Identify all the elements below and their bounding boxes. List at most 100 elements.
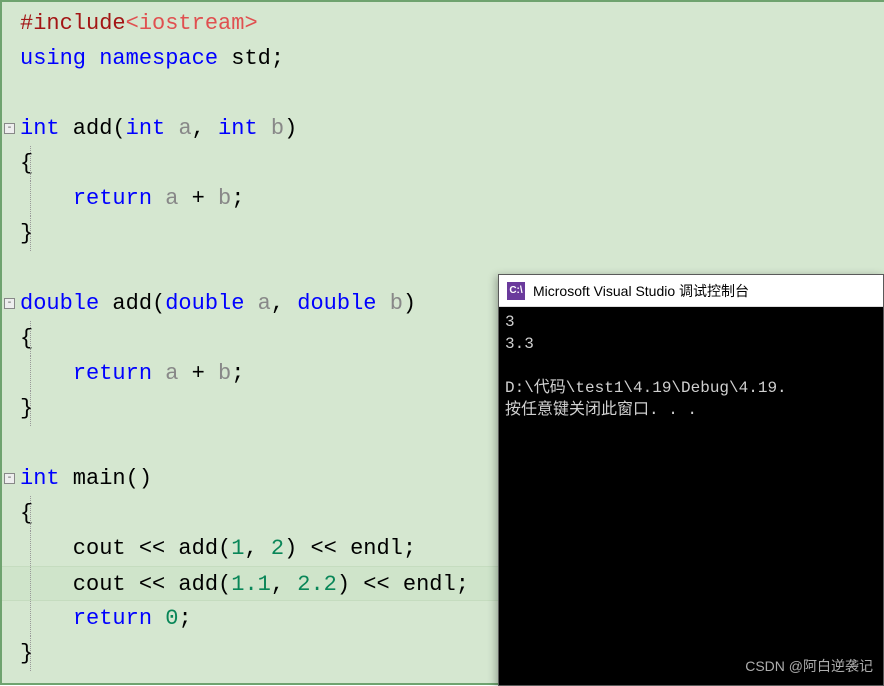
console-app-icon: C:\ xyxy=(507,282,525,300)
indent-guide xyxy=(30,181,31,216)
code-token: ) xyxy=(403,291,416,316)
code-token: + xyxy=(178,361,218,386)
code-token: } xyxy=(20,221,33,246)
code-token: a xyxy=(165,361,178,386)
code-token: std xyxy=(218,46,271,71)
output-line: 3.3 xyxy=(505,335,534,353)
code-token xyxy=(20,186,73,211)
indent-guide xyxy=(30,391,31,426)
code-token: endl xyxy=(390,572,456,597)
code-token: a xyxy=(178,116,191,141)
code-line[interactable]: int add(int a, int b) xyxy=(2,111,884,146)
code-token: add xyxy=(99,291,152,316)
watermark: CSDN @阿白逆袭记 xyxy=(745,655,873,677)
code-token: ( xyxy=(218,572,231,597)
code-line[interactable] xyxy=(2,76,884,111)
console-title: Microsoft Visual Studio 调试控制台 xyxy=(533,281,749,301)
code-token: return xyxy=(73,361,152,386)
code-token: () xyxy=(126,466,152,491)
code-token: int xyxy=(20,116,60,141)
code-token: using xyxy=(20,46,86,71)
code-token xyxy=(20,361,73,386)
code-token: b xyxy=(218,186,231,211)
code-line[interactable]: return a + b; xyxy=(2,181,884,216)
code-token xyxy=(376,291,389,316)
code-token: ; xyxy=(403,536,416,561)
code-token: int xyxy=(20,466,60,491)
code-line[interactable]: { xyxy=(2,146,884,181)
code-token: a xyxy=(258,291,271,316)
code-token: 2 xyxy=(271,536,284,561)
code-token: 0 xyxy=(165,606,178,631)
code-token: ( xyxy=(218,536,231,561)
code-token: cout xyxy=(20,536,139,561)
code-token xyxy=(86,46,99,71)
code-token xyxy=(152,606,165,631)
code-token: int xyxy=(218,116,258,141)
code-token: double xyxy=(20,291,99,316)
code-token: ) xyxy=(337,572,363,597)
code-token: int xyxy=(126,116,166,141)
code-token: << xyxy=(139,572,165,597)
code-token xyxy=(152,361,165,386)
indent-guide xyxy=(30,601,31,636)
code-token: << xyxy=(363,572,389,597)
code-token: ; xyxy=(456,572,469,597)
code-token: b xyxy=(218,361,231,386)
code-token: { xyxy=(20,326,33,351)
code-token: double xyxy=(297,291,376,316)
code-line[interactable]: using namespace std; xyxy=(2,41,884,76)
code-token: return xyxy=(73,606,152,631)
code-token: , xyxy=(271,572,297,597)
code-token: { xyxy=(20,501,33,526)
code-token: add xyxy=(60,116,113,141)
code-token: ; xyxy=(231,361,244,386)
code-token: <iostream> xyxy=(126,11,258,36)
indent-guide xyxy=(30,531,31,566)
code-token: 1 xyxy=(231,536,244,561)
code-token: main xyxy=(60,466,126,491)
console-output[interactable]: 3 3.3 D:\代码\test1\4.19\Debug\4.19. 按任意键关… xyxy=(499,307,883,685)
code-token: } xyxy=(20,396,33,421)
code-token: , xyxy=(244,536,270,561)
output-line: 按任意键关闭此窗口. . . xyxy=(505,401,697,419)
code-token: ( xyxy=(152,291,165,316)
indent-guide xyxy=(30,636,31,671)
code-token: << xyxy=(310,536,336,561)
code-token xyxy=(244,291,257,316)
code-token: a xyxy=(165,186,178,211)
code-token: ( xyxy=(112,116,125,141)
code-line[interactable]: #include<iostream> xyxy=(2,6,884,41)
indent-guide xyxy=(30,356,31,391)
code-token: namespace xyxy=(99,46,218,71)
code-token: b xyxy=(271,116,284,141)
code-token: ) xyxy=(284,536,310,561)
code-token: 1.1 xyxy=(231,572,271,597)
code-token: ) xyxy=(284,116,297,141)
indent-guide xyxy=(30,216,31,251)
code-token: add xyxy=(165,536,218,561)
code-token: ; xyxy=(178,606,191,631)
code-token: + xyxy=(178,186,218,211)
code-token: cout xyxy=(20,572,139,597)
code-line[interactable]: } xyxy=(2,216,884,251)
code-token: endl xyxy=(337,536,403,561)
code-token: return xyxy=(73,186,152,211)
code-token: ; xyxy=(271,46,284,71)
code-token: , xyxy=(192,116,218,141)
code-token: { xyxy=(20,151,33,176)
code-token: add xyxy=(165,572,218,597)
indent-guide xyxy=(30,496,31,531)
code-token: b xyxy=(390,291,403,316)
code-token: << xyxy=(139,536,165,561)
code-token: double xyxy=(165,291,244,316)
debug-console-window[interactable]: C:\ Microsoft Visual Studio 调试控制台 3 3.3 … xyxy=(498,274,884,686)
code-token: 2.2 xyxy=(297,572,337,597)
code-token: } xyxy=(20,641,33,666)
indent-guide xyxy=(30,567,31,600)
code-token: , xyxy=(271,291,297,316)
code-token xyxy=(152,186,165,211)
code-token xyxy=(165,116,178,141)
console-titlebar[interactable]: C:\ Microsoft Visual Studio 调试控制台 xyxy=(499,275,883,307)
code-token xyxy=(258,116,271,141)
